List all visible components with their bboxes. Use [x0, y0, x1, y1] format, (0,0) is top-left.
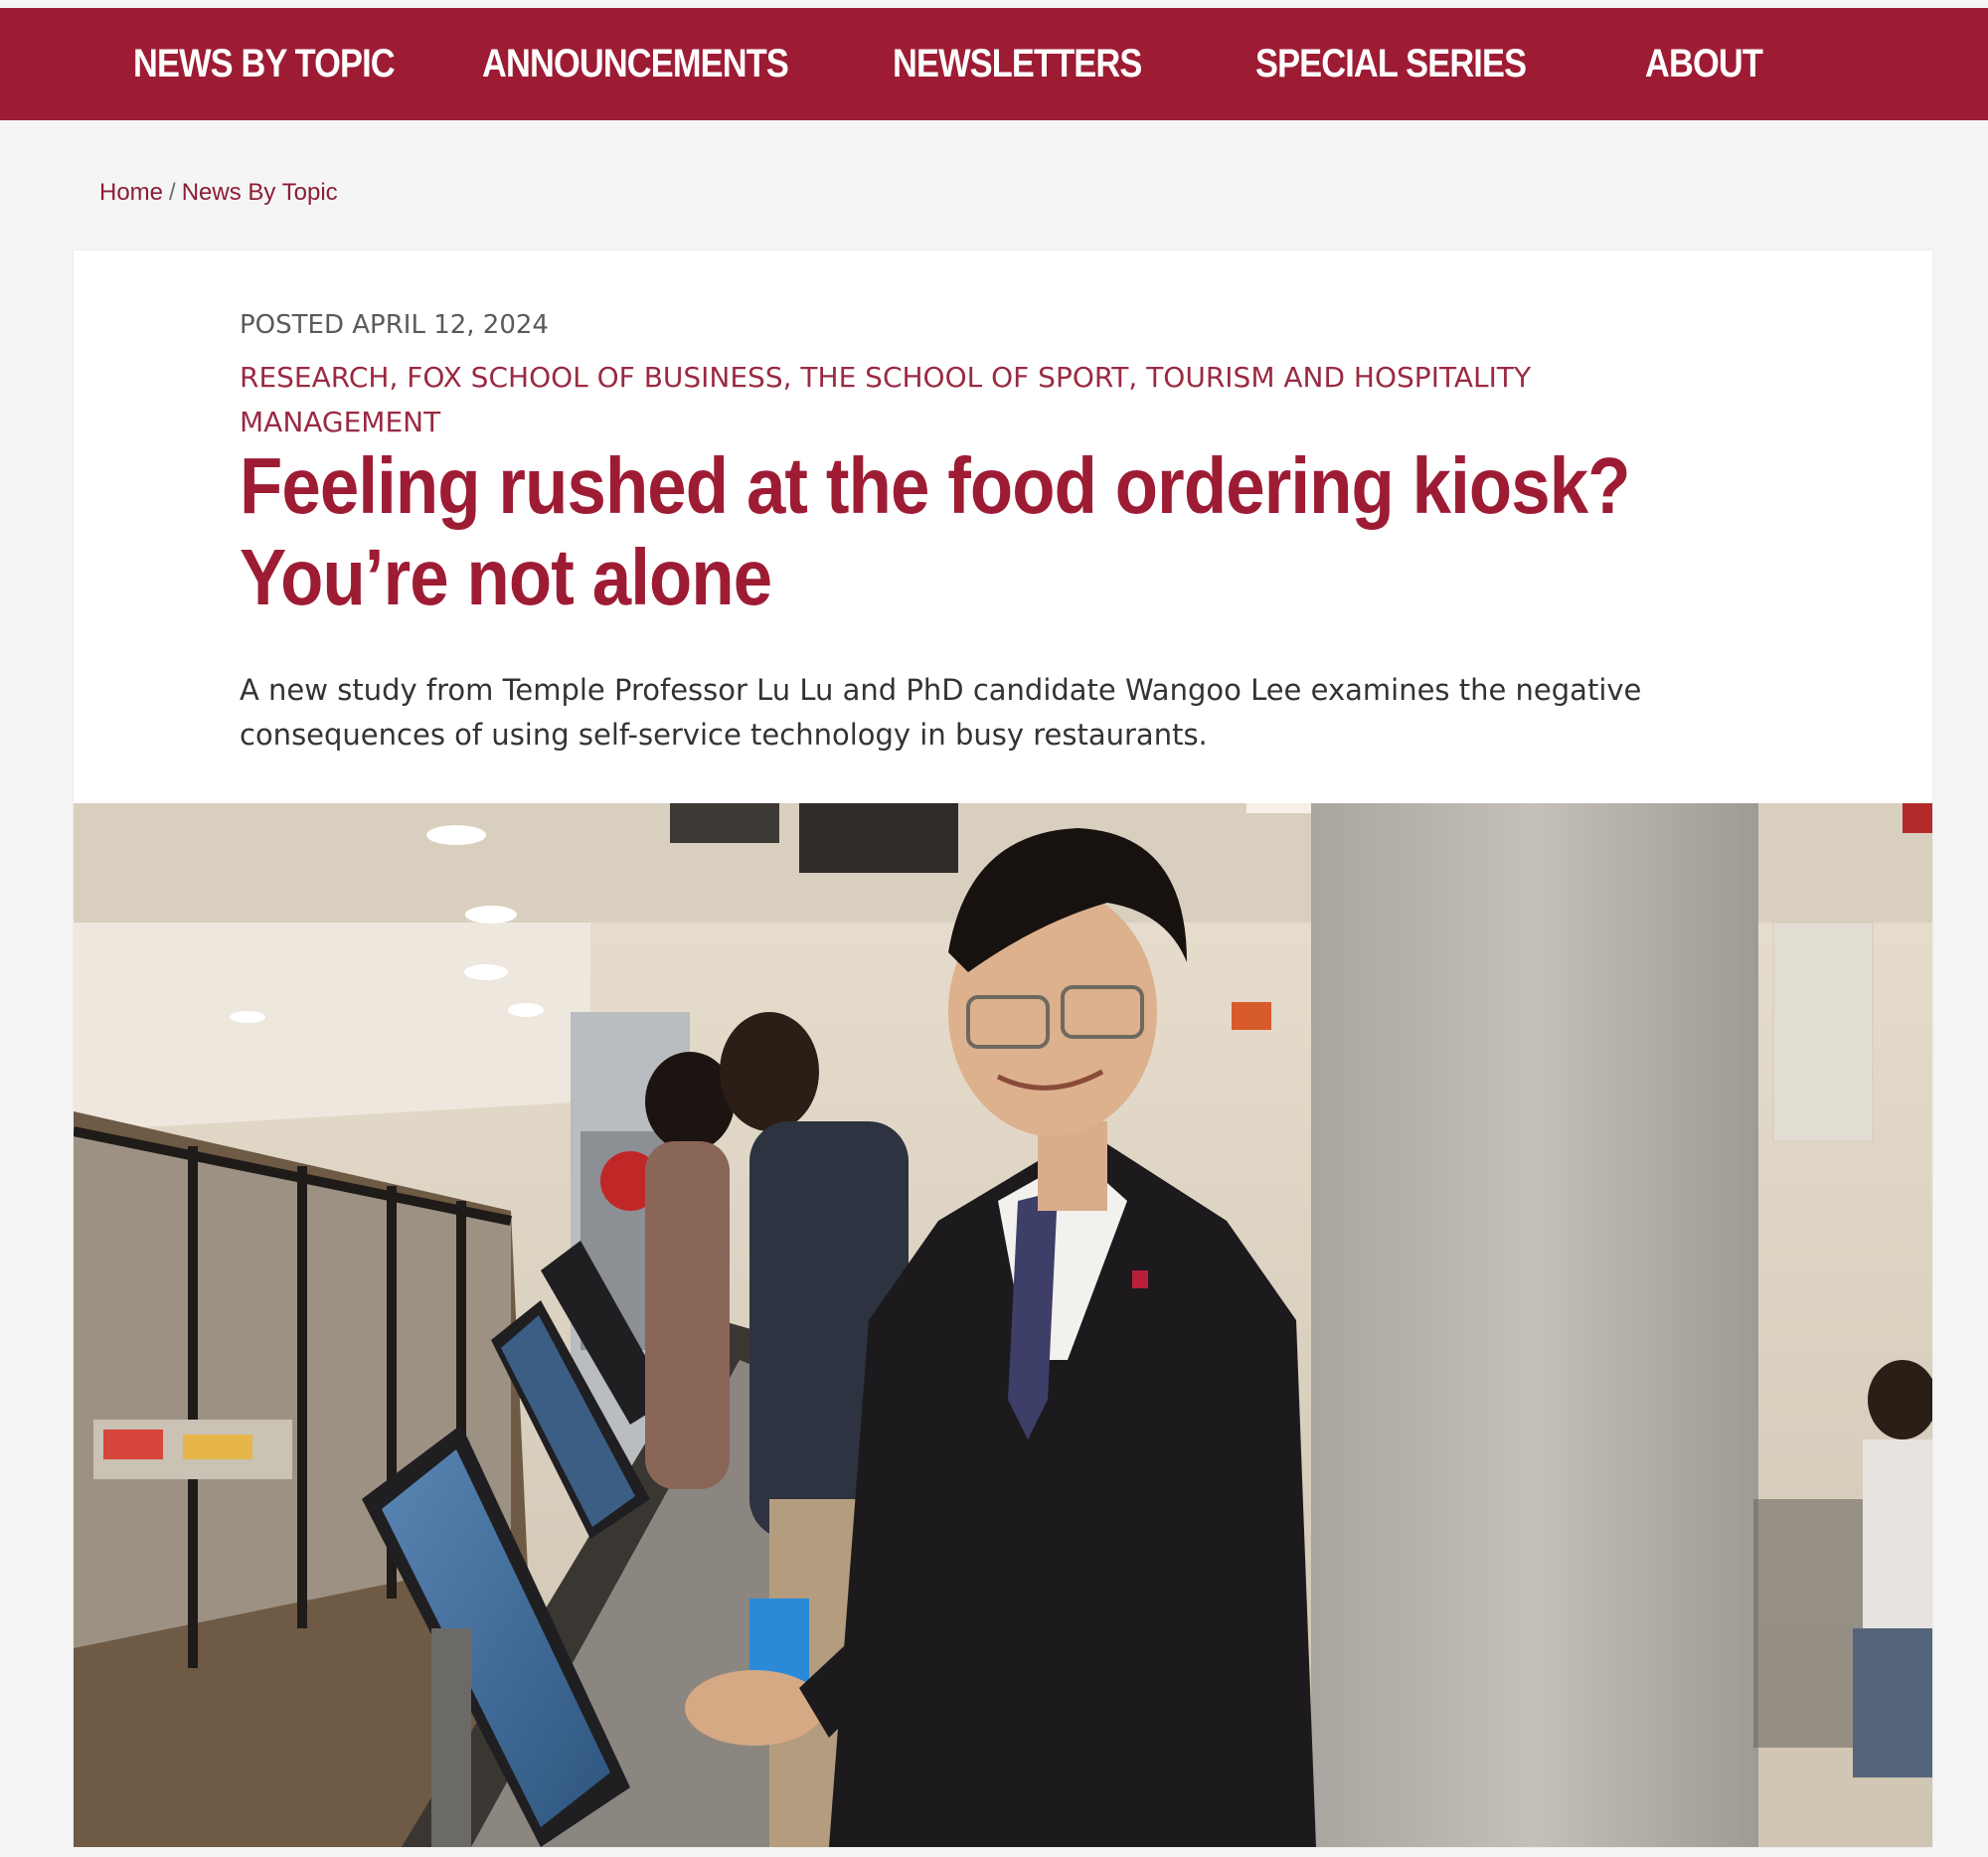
breadcrumb-home-link[interactable]: Home	[99, 179, 163, 206]
posted-date: POSTED APRIL 12, 2024	[240, 310, 549, 340]
nav-announcements[interactable]: ANNOUNCEMENTS	[482, 8, 789, 120]
kiosk-photo-illustration	[74, 803, 1932, 1847]
category-fox-link[interactable]: FOX SCHOOL OF BUSINESS	[407, 361, 782, 394]
breadcrumb-separator: /	[169, 179, 176, 206]
main-navigation: NEWS BY TOPIC ANNOUNCEMENTS NEWSLETTERS …	[0, 8, 1988, 120]
article-photo	[74, 803, 1932, 1847]
category-separator: ,	[389, 361, 408, 394]
nav-about[interactable]: ABOUT	[1645, 8, 1763, 120]
nav-special-series[interactable]: SPECIAL SERIES	[1255, 8, 1527, 120]
article-headline: Feeling rushed at the food ordering kios…	[240, 441, 1631, 621]
category-separator: ,	[782, 361, 801, 394]
top-strip	[0, 0, 1988, 8]
nav-news-by-topic[interactable]: NEWS BY TOPIC	[133, 8, 396, 120]
nav-newsletters[interactable]: NEWSLETTERS	[893, 8, 1142, 120]
breadcrumb-current-link[interactable]: News By Topic	[182, 179, 338, 206]
category-research-link[interactable]: RESEARCH	[240, 361, 389, 394]
article-subhead: A new study from Temple Professor Lu Lu …	[240, 673, 1642, 752]
breadcrumb: Home / News By Topic	[99, 179, 338, 207]
article-categories: RESEARCH, FOX SCHOOL OF BUSINESS, THE SC…	[240, 355, 1631, 444]
